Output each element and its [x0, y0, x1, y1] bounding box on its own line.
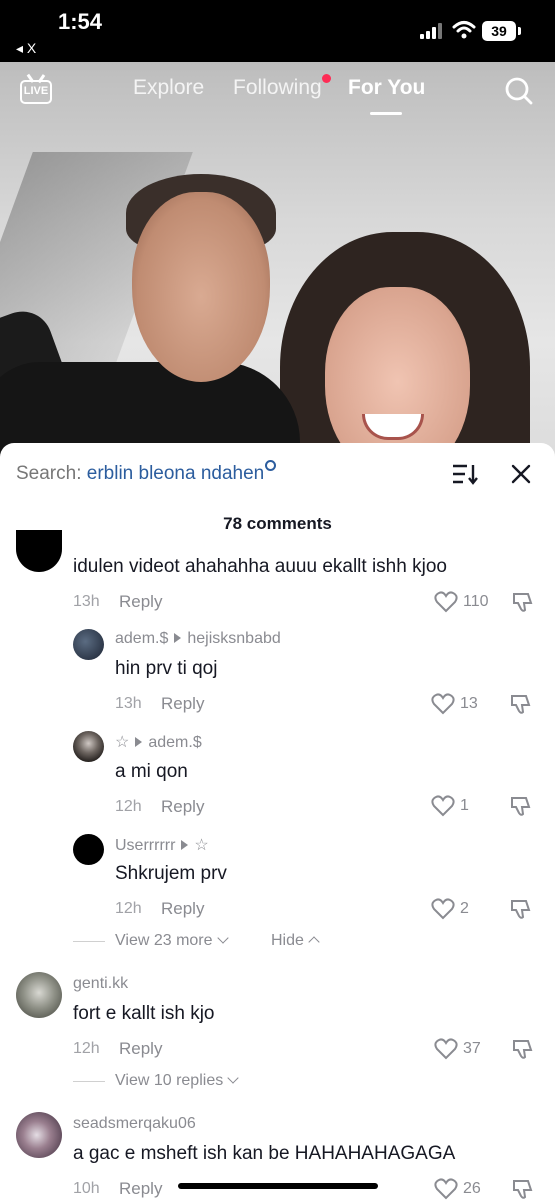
- divider: [73, 941, 105, 942]
- small-search-icon: [265, 460, 277, 471]
- heart-icon[interactable]: [431, 898, 455, 920]
- reply-button[interactable]: Reply: [119, 1179, 162, 1199]
- dislike-icon[interactable]: [510, 795, 532, 817]
- close-icon[interactable]: [510, 463, 532, 485]
- comment-text: hin prv ti qoj: [115, 658, 218, 679]
- comment-time: 13h: [73, 593, 100, 610]
- heart-icon[interactable]: [434, 591, 458, 613]
- tab-following[interactable]: Following: [233, 76, 322, 100]
- search-icon[interactable]: [504, 76, 534, 106]
- signal-icon: [420, 23, 444, 39]
- hide-replies-button[interactable]: Hide: [271, 932, 320, 950]
- divider: [73, 1081, 105, 1082]
- comment-username[interactable]: seadsmerqaku06: [73, 1115, 196, 1133]
- comment-username[interactable]: adem.$ hejisksnbabd: [115, 630, 281, 648]
- status-bar: 1:54 ◂ X 39: [0, 0, 555, 62]
- avatar[interactable]: [73, 731, 104, 762]
- comment-text: Shkrujem prv: [115, 863, 227, 884]
- notification-dot: [322, 74, 331, 83]
- reply-button[interactable]: Reply: [119, 592, 162, 612]
- heart-icon[interactable]: [434, 1178, 458, 1200]
- heart-icon[interactable]: [431, 795, 455, 817]
- video-player[interactable]: [0, 62, 555, 462]
- chevron-down-icon: [216, 932, 229, 944]
- comment-time: 13h: [115, 695, 142, 712]
- tab-explore[interactable]: Explore: [133, 76, 204, 100]
- live-icon[interactable]: LIVE: [20, 74, 52, 106]
- tab-for-you[interactable]: For You: [348, 76, 425, 100]
- comment-text: idulen videot ahahahha auuu ekallt ishh …: [73, 556, 447, 577]
- comment-time: 12h: [115, 900, 142, 917]
- comment-search-suggestion[interactable]: Search: erblin bleona ndahen: [16, 460, 277, 485]
- like-count: 1: [460, 797, 469, 814]
- view-replies-button[interactable]: View 10 replies: [115, 1072, 239, 1090]
- search-prefix: Search:: [16, 463, 82, 484]
- top-navigation: LIVE Explore Following For You: [0, 62, 555, 122]
- comment-username[interactable]: Userrrrrr ☆: [115, 835, 209, 855]
- avatar[interactable]: [16, 1112, 62, 1158]
- back-to-app-link[interactable]: ◂ X: [16, 40, 36, 57]
- avatar[interactable]: [16, 972, 62, 1018]
- comment-text: a mi qon: [115, 761, 188, 782]
- avatar[interactable]: [73, 834, 104, 865]
- comment-time: 12h: [73, 1040, 100, 1057]
- chevron-up-icon: [308, 936, 320, 948]
- like-count: 37: [463, 1040, 481, 1057]
- status-time: 1:54: [58, 9, 103, 34]
- like-count: 13: [460, 695, 478, 712]
- sort-icon[interactable]: [452, 463, 478, 485]
- reply-button[interactable]: Reply: [119, 1039, 162, 1059]
- reply-button[interactable]: Reply: [161, 899, 204, 919]
- avatar[interactable]: [73, 629, 104, 660]
- dislike-icon[interactable]: [510, 898, 532, 920]
- dislike-icon[interactable]: [510, 693, 532, 715]
- reply-button[interactable]: Reply: [161, 797, 204, 817]
- comment-username[interactable]: ☆ adem.$: [115, 732, 202, 752]
- wifi-icon: [452, 21, 476, 39]
- avatar[interactable]: [16, 530, 62, 572]
- home-indicator[interactable]: [178, 1183, 378, 1189]
- dislike-icon[interactable]: [512, 591, 534, 613]
- comments-count: 78 comments: [223, 514, 332, 533]
- like-count: 26: [463, 1180, 481, 1197]
- comment-text: fort e kallt ish kjo: [73, 1003, 215, 1024]
- view-more-replies-button[interactable]: View 23 more: [115, 932, 229, 950]
- comments-sheet: Search: erblin bleona ndahen 78 comments…: [0, 443, 555, 1200]
- like-count: 2: [460, 900, 469, 917]
- comment-time: 12h: [115, 798, 142, 815]
- battery-indicator: 39: [482, 21, 516, 41]
- live-label: LIVE: [20, 80, 52, 104]
- reply-button[interactable]: Reply: [161, 694, 204, 714]
- dislike-icon[interactable]: [512, 1178, 534, 1200]
- search-query-link[interactable]: erblin bleona ndahen: [87, 463, 265, 484]
- like-count: 110: [463, 593, 489, 610]
- chevron-down-icon: [227, 1072, 239, 1084]
- heart-icon[interactable]: [434, 1038, 458, 1060]
- dislike-icon[interactable]: [512, 1038, 534, 1060]
- active-tab-underline: [370, 112, 402, 115]
- comment-time: 10h: [73, 1180, 100, 1197]
- heart-icon[interactable]: [431, 693, 455, 715]
- person-left-head: [132, 192, 270, 382]
- battery-tip: [518, 27, 521, 35]
- comment-username[interactable]: genti.kk: [73, 975, 128, 993]
- comment-text: a gac e msheft ish kan be HAHAHAHAGAGA: [73, 1143, 456, 1164]
